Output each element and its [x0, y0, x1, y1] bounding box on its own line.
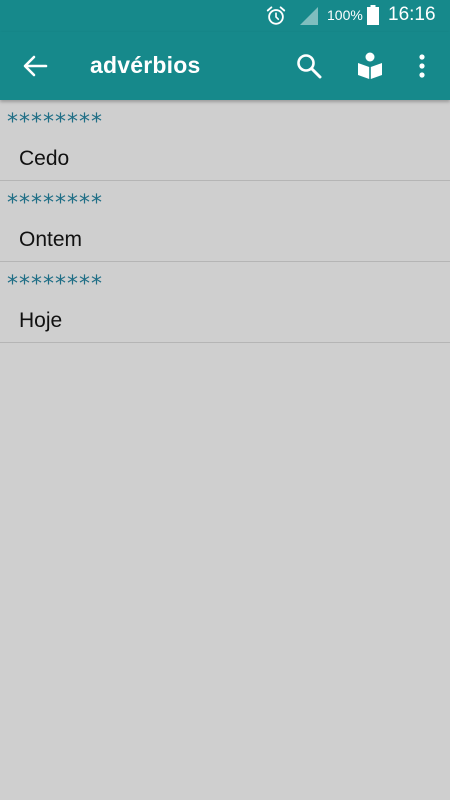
more-vert-icon[interactable] — [413, 53, 431, 79]
adverb-list: ******** Cedo ******** Ontem ******** Ho… — [0, 100, 450, 343]
search-icon[interactable] — [296, 53, 322, 79]
item-word: Cedo — [19, 147, 70, 170]
rating-stars: ******** — [7, 191, 103, 216]
status-bar: 100% 16:16 — [0, 0, 450, 32]
list-item[interactable]: ******** Ontem — [0, 181, 450, 262]
reader-icon[interactable] — [357, 52, 383, 80]
signal-icon — [300, 7, 318, 25]
item-word: Ontem — [19, 228, 83, 251]
battery-percent: 100% — [327, 7, 363, 23]
alarm-icon — [266, 6, 286, 25]
rating-stars: ******** — [7, 272, 103, 297]
list-item[interactable]: ******** Cedo — [0, 100, 450, 181]
clock: 16:16 — [388, 4, 436, 25]
item-word: Hoje — [19, 309, 63, 332]
page-title: advérbios — [90, 52, 201, 78]
back-arrow-icon[interactable] — [22, 54, 48, 78]
app-bar: advérbios — [0, 32, 450, 100]
battery-icon — [367, 5, 379, 25]
list-item[interactable]: ******** Hoje — [0, 262, 450, 343]
rating-stars: ******** — [7, 110, 103, 135]
